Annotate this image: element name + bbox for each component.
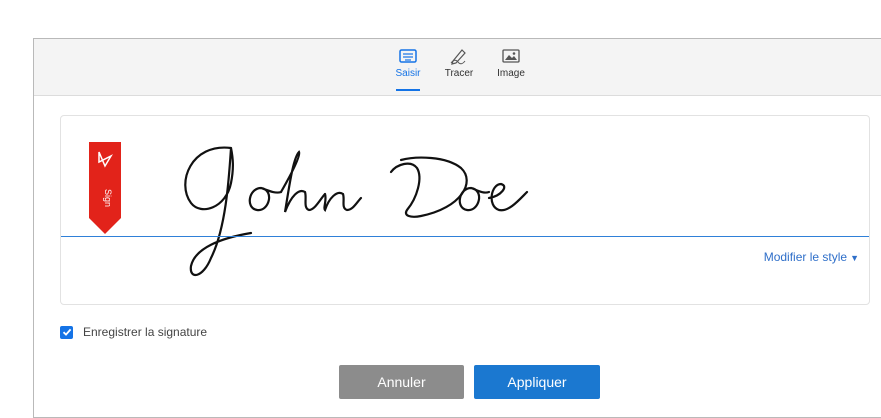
save-signature-label: Enregistrer la signature [83, 325, 208, 339]
signature-baseline [61, 236, 869, 237]
image-icon [502, 49, 520, 63]
signature-drawing [184, 146, 529, 276]
signature-mode-toolbar: Saisir Tracer Image [34, 39, 881, 96]
tab-tracer[interactable]: Tracer [437, 45, 481, 91]
save-signature-checkbox[interactable] [60, 325, 73, 339]
adobe-sign-tag-icon: Sign [89, 142, 121, 234]
change-style-dropdown[interactable]: Modifier le style ▼ [764, 250, 859, 264]
apply-button[interactable]: Appliquer [474, 365, 600, 399]
svg-text:Sign: Sign [103, 189, 113, 207]
cancel-button[interactable]: Annuler [339, 365, 464, 399]
pen-draw-icon [450, 49, 466, 65]
keyboard-icon [399, 49, 417, 63]
signature-dialog: Saisir Tracer Image Sign Modifier le sty… [33, 38, 881, 418]
checkmark-icon [62, 328, 71, 336]
tab-image-label: Image [497, 68, 525, 79]
save-signature-row: Enregistrer la signature [60, 325, 207, 339]
tab-saisir[interactable]: Saisir [386, 45, 430, 91]
caret-down-icon: ▼ [850, 253, 859, 263]
change-style-label: Modifier le style [763, 250, 848, 264]
active-tab-indicator [396, 89, 420, 91]
signature-panel[interactable]: Sign Modifier le style ▼ [60, 115, 870, 305]
tab-tracer-label: Tracer [444, 68, 474, 79]
tab-saisir-label: Saisir [395, 68, 421, 79]
tab-image[interactable]: Image [489, 45, 533, 91]
